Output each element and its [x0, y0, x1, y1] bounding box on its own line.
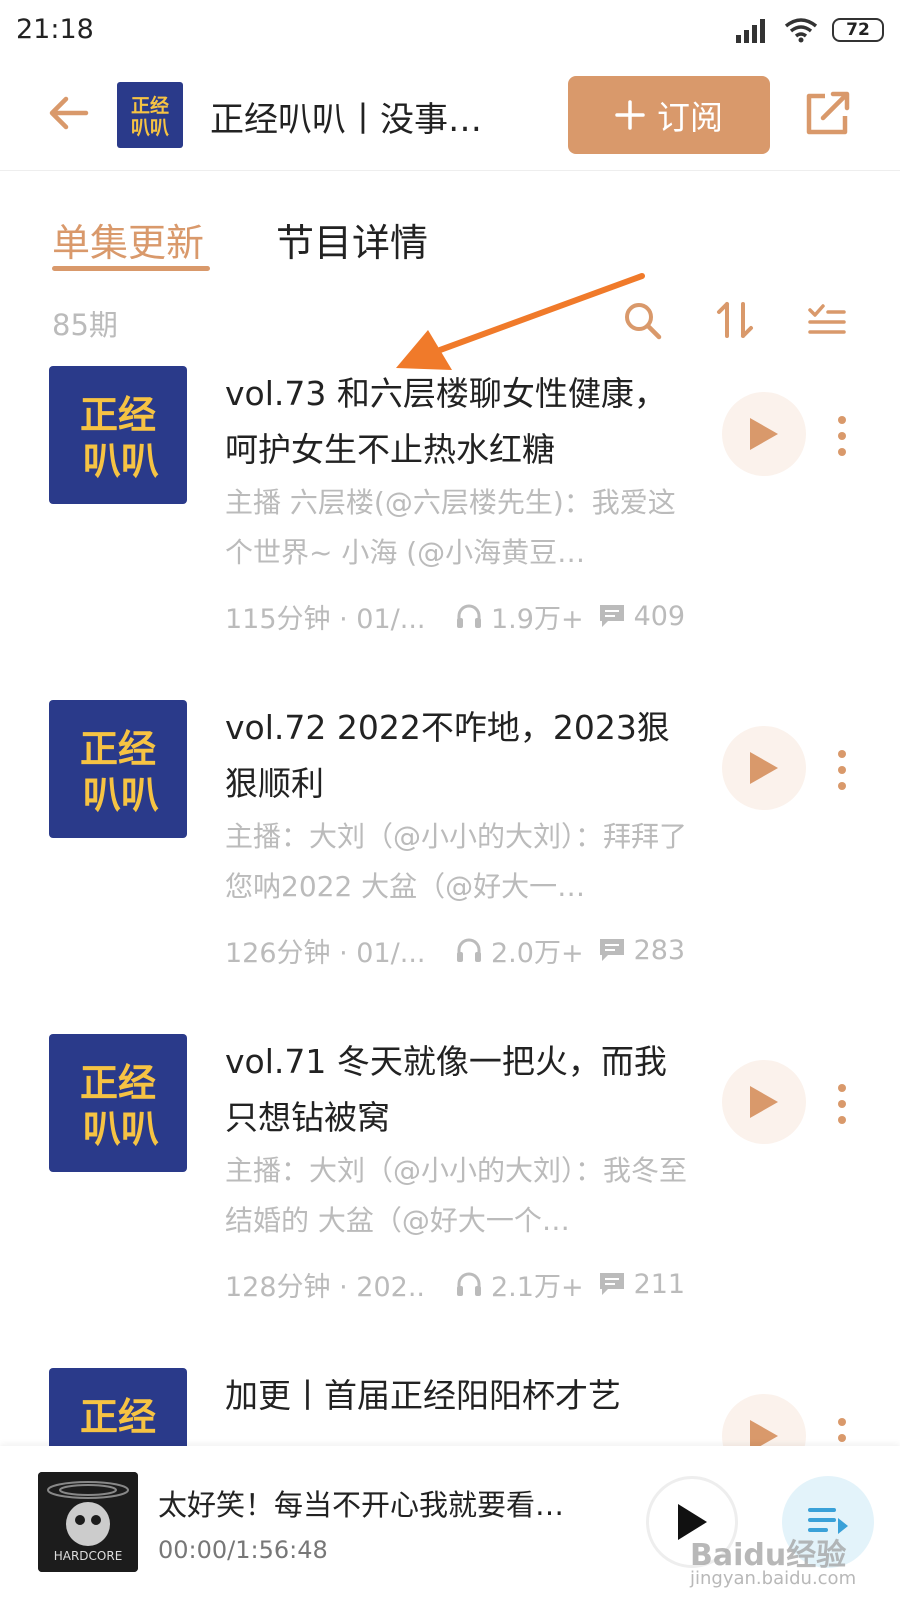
- play-icon: [750, 752, 778, 784]
- share-icon[interactable]: [803, 88, 853, 138]
- episode-play-button[interactable]: [722, 726, 806, 810]
- episode-description: 主播：大刘（@小小的大刘）：我冬至结婚的 大盆（@好大一个…: [225, 1154, 688, 1237]
- list-toolbar: 85期: [0, 298, 900, 348]
- svg-text:正经: 正经: [80, 727, 156, 771]
- tab-active-indicator: [52, 266, 210, 271]
- play-icon: [750, 1420, 778, 1446]
- episode-meta: 126分钟 · 01/... 2.0万+ 283: [225, 930, 695, 970]
- svg-text:叭叭: 叭叭: [83, 439, 159, 483]
- episode-cover: 正经: [49, 1368, 187, 1446]
- tab-episodes[interactable]: 单集更新: [52, 212, 204, 267]
- episode-description: 主播 六层楼(@六层楼先生)：我爱这个世界~ 小海 (@小海黄豆…: [225, 486, 676, 569]
- episode-meta: 128分钟 · 202... 2.1万+ 211: [225, 1264, 695, 1304]
- episode-play-button[interactable]: [722, 392, 806, 476]
- subscribe-label: 订阅: [657, 98, 723, 137]
- episode-duration-date: 126分钟 · 01/...: [225, 937, 425, 969]
- headphones-icon: [455, 1270, 483, 1298]
- signal-icon: [736, 19, 765, 43]
- more-options-icon[interactable]: [832, 1416, 852, 1446]
- episode-duration-date: 115分钟 · 01/...: [225, 603, 425, 635]
- more-options-icon[interactable]: [832, 414, 852, 458]
- episode-plays: 2.1万+: [491, 1271, 584, 1303]
- episode-cover: 正经 叭叭: [49, 366, 187, 504]
- more-options-icon[interactable]: [832, 748, 852, 792]
- status-icons: 72: [736, 14, 884, 46]
- svg-text:正经: 正经: [80, 393, 156, 437]
- comment-icon: [598, 1270, 626, 1298]
- episode-duration-date: 128分钟 · 202...: [225, 1271, 425, 1303]
- episode-title: 加更丨首届正经阳阳杯才艺: [225, 1376, 621, 1415]
- episode-item[interactable]: 正经 叭叭 vol.73 和六层楼聊女性健康，呵护女生不止热水红糖 主播 六层楼…: [0, 366, 900, 686]
- app-header: 正经 叭叭 正经叭叭丨没事… 订阅: [0, 62, 900, 171]
- search-icon[interactable]: [622, 300, 664, 342]
- episode-item[interactable]: 正经 加更丨首届正经阳阳杯才艺: [0, 1368, 900, 1446]
- now-playing-time: 00:00/1:56:48: [158, 1536, 328, 1564]
- sort-icon[interactable]: [714, 300, 756, 342]
- battery-indicator: 72: [832, 18, 884, 42]
- episode-play-button[interactable]: [722, 1060, 806, 1144]
- headphones-icon: [455, 936, 483, 964]
- episode-cover: 正经 叭叭: [49, 1034, 187, 1172]
- podcast-logo: 正经 叭叭: [117, 82, 183, 148]
- plus-icon: [615, 100, 645, 130]
- svg-text:叭叭: 叭叭: [83, 773, 159, 817]
- headphones-icon: [455, 602, 483, 630]
- tab-bar: 单集更新 节目详情: [0, 200, 900, 280]
- comment-icon: [598, 936, 626, 964]
- now-playing-cover: HARDCORE: [38, 1472, 138, 1572]
- more-options-icon[interactable]: [832, 1082, 852, 1126]
- now-playing-title: 太好笑！每当不开心我就要看…: [158, 1488, 565, 1522]
- comment-icon: [598, 602, 626, 630]
- status-bar: 21:18 72: [0, 0, 900, 62]
- episode-item[interactable]: 正经 叭叭 vol.71 冬天就像一把火，而我只想钻被窝 主播：大刘（@小小的大…: [0, 1034, 900, 1354]
- episode-description: 主播：大刘（@小小的大刘）：拜拜了您呐2022 大盆（@好大一…: [225, 820, 688, 903]
- svg-text:正经: 正经: [131, 94, 169, 117]
- svg-text:HARDCORE: HARDCORE: [54, 1549, 123, 1563]
- episode-plays: 1.9万+: [491, 603, 584, 635]
- podcast-title: 正经叭叭丨没事…: [210, 100, 482, 140]
- svg-text:正经: 正经: [80, 1061, 156, 1105]
- svg-text:叭叭: 叭叭: [83, 1107, 159, 1151]
- episode-plays: 2.0万+: [491, 937, 584, 969]
- episode-play-button[interactable]: [722, 1394, 806, 1446]
- mini-player[interactable]: HARDCORE 太好笑！每当不开心我就要看… 00:00/1:56:48 Ba…: [0, 1446, 900, 1600]
- back-arrow-icon[interactable]: [46, 90, 92, 136]
- batch-select-icon[interactable]: [806, 300, 848, 342]
- episode-count: 85期: [52, 308, 118, 342]
- watermark-url: jingyan.baidu.com: [690, 1568, 857, 1589]
- episode-cover: 正经 叭叭: [49, 700, 187, 838]
- episode-comments: 211: [633, 1268, 686, 1300]
- episode-title: vol.71 冬天就像一把火，而我只想钻被窝: [225, 1042, 667, 1137]
- episode-meta: 115分钟 · 01/... 1.9万+ 409: [225, 596, 695, 636]
- episode-comments: 283: [633, 934, 686, 966]
- episode-comments: 409: [633, 600, 686, 632]
- subscribe-button[interactable]: 订阅: [568, 76, 770, 154]
- episode-title: vol.73 和六层楼聊女性健康，呵护女生不止热水红糖: [225, 374, 667, 469]
- episode-item[interactable]: 正经 叭叭 vol.72 2022不咋地，2023狠狠顺利 主播：大刘（@小小的…: [0, 700, 900, 1020]
- wifi-icon: [784, 18, 818, 43]
- svg-text:叭叭: 叭叭: [131, 117, 169, 139]
- status-time: 21:18: [16, 14, 94, 45]
- tab-program-details[interactable]: 节目详情: [276, 212, 428, 267]
- episode-title: vol.72 2022不咋地，2023狠狠顺利: [225, 708, 670, 803]
- svg-text:正经: 正经: [80, 1395, 156, 1439]
- play-icon: [750, 418, 778, 450]
- play-icon: [750, 1086, 778, 1118]
